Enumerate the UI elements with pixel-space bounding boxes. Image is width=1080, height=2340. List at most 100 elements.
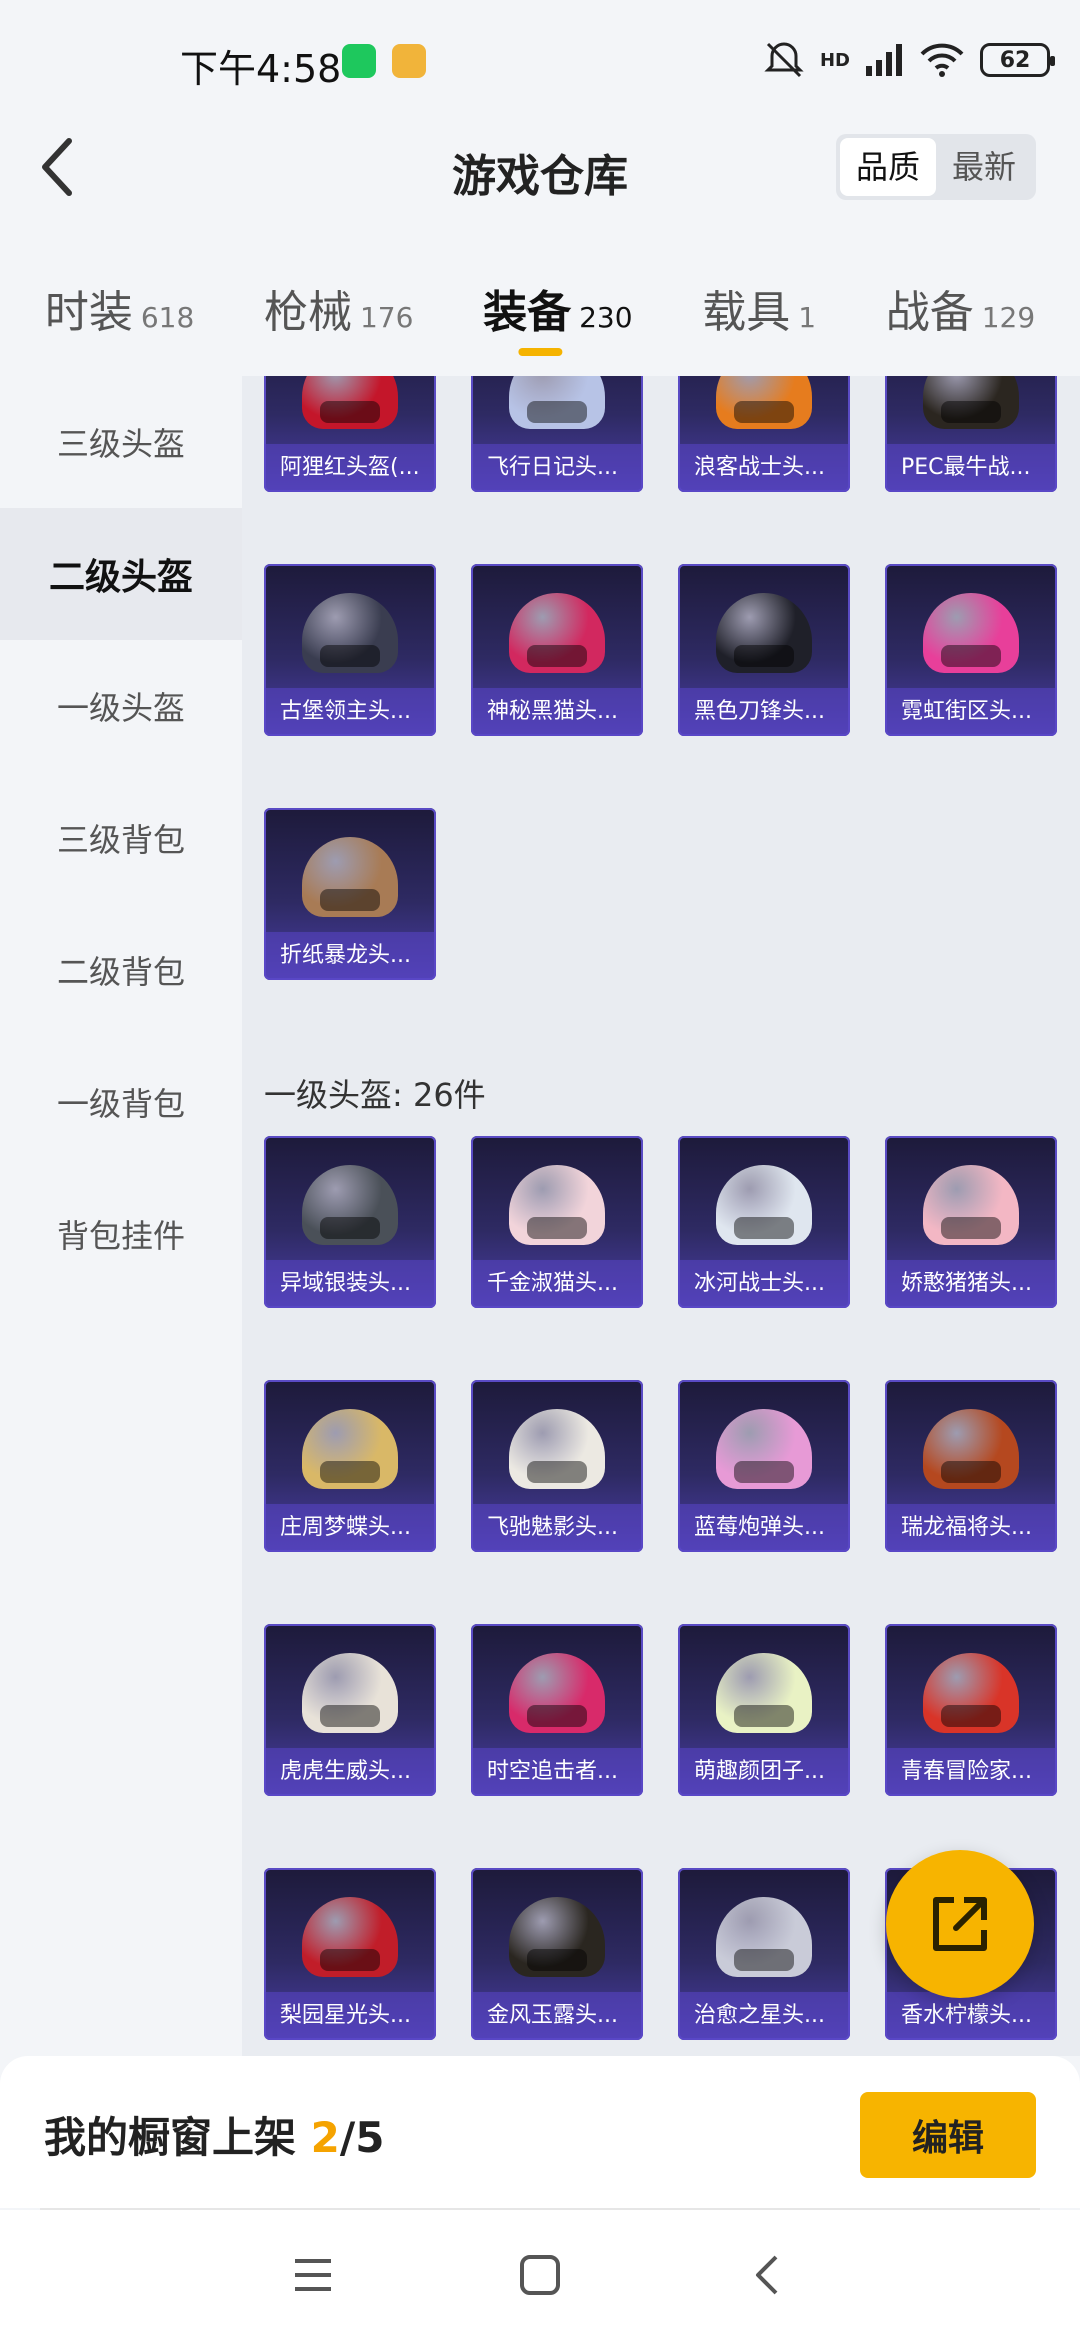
- item-name: 冰河战士头...: [678, 1260, 850, 1308]
- system-nav-bar: [0, 2210, 1080, 2340]
- signal-icon: [866, 44, 902, 76]
- tab-label: 战备: [885, 287, 974, 338]
- item-name: 萌趣颜团子...: [678, 1748, 850, 1796]
- item-name: 飞驰魅影头...: [471, 1504, 643, 1552]
- system-back-button[interactable]: [737, 2245, 797, 2305]
- tab-label: 时装: [44, 287, 133, 338]
- helmet-icon: [923, 1165, 1019, 1245]
- sidebar-item-level2-backpack[interactable]: 二级背包: [0, 904, 242, 1036]
- mute-icon: [764, 42, 804, 78]
- item-card[interactable]: PEC最牛战...: [885, 376, 1057, 492]
- item-card[interactable]: 神秘黑猫头...: [471, 564, 643, 736]
- item-card[interactable]: 萌趣颜团子...: [678, 1624, 850, 1796]
- sidebar-item-level3-helmet[interactable]: 三级头盔: [0, 376, 242, 508]
- tab-count: 230: [579, 301, 633, 334]
- wifi-icon: [920, 43, 964, 77]
- home-square-icon: [519, 2255, 560, 2295]
- share-button[interactable]: [886, 1850, 1034, 1998]
- item-name: 青春冒险家...: [885, 1748, 1057, 1796]
- category-tabs: 时装 618 枪械 176 装备 230 载具 1 战备 129: [0, 260, 1080, 360]
- tab-count: 1: [798, 301, 817, 334]
- item-card[interactable]: 黑色刀锋头...: [678, 564, 850, 736]
- tab-supplies[interactable]: 战备 129: [886, 260, 1035, 360]
- helmet-icon: [923, 593, 1019, 673]
- item-card[interactable]: 霓虹街区头...: [885, 564, 1057, 736]
- status-indicators: HD 62: [762, 40, 1055, 80]
- helmet-icon: [716, 1653, 812, 1733]
- item-name: 梨园星光头...: [264, 1992, 436, 2040]
- item-name: 千金淑猫头...: [471, 1260, 643, 1308]
- helmet-icon: [509, 1653, 605, 1733]
- edit-button[interactable]: 编辑: [860, 2092, 1036, 2178]
- tab-count: 129: [981, 301, 1036, 334]
- tab-equipment[interactable]: 装备 230: [483, 260, 633, 360]
- item-name: 异域银装头...: [264, 1260, 436, 1308]
- item-card[interactable]: 治愈之星头...: [678, 1868, 850, 2040]
- showcase-total-count: 5: [355, 2113, 385, 2162]
- item-card[interactable]: 冰河战士头...: [678, 1136, 850, 1308]
- hd-label: HD: [819, 49, 850, 71]
- item-card[interactable]: 娇憨猪猪头...: [885, 1136, 1057, 1308]
- tab-vehicles[interactable]: 载具 1: [702, 260, 816, 360]
- level1-section-heading: 一级头盔: 26件: [264, 1076, 486, 1114]
- item-card[interactable]: 古堡领主头...: [264, 564, 436, 736]
- item-list: 阿狸红头盔(... 飞行日记头... 浪客战士头... PEC最牛战... 古堡领主头.…: [242, 376, 1080, 2056]
- tab-label: 载具: [702, 287, 791, 338]
- helmet-icon: [716, 1409, 812, 1489]
- tab-label: 枪械: [263, 287, 352, 338]
- tab-count: 176: [359, 301, 414, 334]
- helmet-icon: [509, 1897, 605, 1977]
- helmet-icon: [509, 593, 605, 673]
- item-card[interactable]: 阿狸红头盔(...: [264, 376, 436, 492]
- helmet-icon: [509, 1165, 605, 1245]
- item-card[interactable]: 虎虎生威头...: [264, 1624, 436, 1796]
- level2-helmet-grid: 阿狸红头盔(... 飞行日记头... 浪客战士头... PEC最牛战... 古堡领主头.…: [264, 376, 1057, 980]
- item-card[interactable]: 千金淑猫头...: [471, 1136, 643, 1308]
- item-card[interactable]: 瑞龙福将头...: [885, 1380, 1057, 1552]
- sidebar-item-level2-helmet[interactable]: 二级头盔: [0, 508, 242, 640]
- sort-newest-option[interactable]: 最新: [936, 138, 1032, 196]
- tab-fashion[interactable]: 时装 618: [45, 260, 194, 360]
- menu-button[interactable]: [283, 2245, 343, 2305]
- helmet-icon: [716, 1897, 812, 1977]
- helmet-icon: [509, 376, 605, 429]
- tab-label: 装备: [483, 287, 572, 338]
- item-name: 娇憨猪猪头...: [885, 1260, 1057, 1308]
- sidebar-item-level1-backpack[interactable]: 一级背包: [0, 1036, 242, 1168]
- sidebar-item-backpack-charm[interactable]: 背包挂件: [0, 1168, 242, 1300]
- back-button[interactable]: [22, 132, 92, 202]
- chevron-left-icon: [755, 2255, 778, 2295]
- item-card[interactable]: 梨园星光头...: [264, 1868, 436, 2040]
- sort-quality-option[interactable]: 品质: [839, 138, 936, 196]
- sidebar: 三级头盔 二级头盔 一级头盔 三级背包 二级背包 一级背包 背包挂件: [0, 376, 242, 2056]
- helmet-icon: [923, 1653, 1019, 1733]
- item-card[interactable]: 蓝莓炮弹头...: [678, 1380, 850, 1552]
- item-card[interactable]: 异域银装头...: [264, 1136, 436, 1308]
- item-name: 古堡领主头...: [264, 688, 436, 736]
- item-card[interactable]: 金风玉露头...: [471, 1868, 643, 2040]
- item-card[interactable]: 庄周梦蝶头...: [264, 1380, 436, 1552]
- helmet-icon: [302, 837, 398, 917]
- sidebar-item-level3-backpack[interactable]: 三级背包: [0, 772, 242, 904]
- status-bar: 下午4:58 HD 62: [0, 0, 1080, 124]
- item-card[interactable]: 折纸暴龙头...: [264, 808, 436, 980]
- helmet-icon: [716, 376, 812, 429]
- tab-guns[interactable]: 枪械 176: [264, 260, 413, 360]
- item-name: 浪客战士头...: [678, 444, 850, 492]
- item-name: 治愈之星头...: [678, 1992, 850, 2040]
- item-card[interactable]: 浪客战士头...: [678, 376, 850, 492]
- sidebar-item-level1-helmet[interactable]: 一级头盔: [0, 640, 242, 772]
- item-card[interactable]: 青春冒险家...: [885, 1624, 1057, 1796]
- item-name: 霓虹街区头...: [885, 688, 1057, 736]
- helmet-icon: [509, 1409, 605, 1489]
- game-app-icon: [392, 44, 426, 78]
- item-card[interactable]: 飞驰魅影头...: [471, 1380, 643, 1552]
- item-card[interactable]: 时空追击者...: [471, 1624, 643, 1796]
- item-name: 时空追击者...: [471, 1748, 643, 1796]
- item-name: 神秘黑猫头...: [471, 688, 643, 736]
- item-name: 金风玉露头...: [471, 1992, 643, 2040]
- helmet-icon: [302, 593, 398, 673]
- helmet-icon: [302, 1897, 398, 1977]
- item-card[interactable]: 飞行日记头...: [471, 376, 643, 492]
- home-button[interactable]: [510, 2245, 570, 2305]
